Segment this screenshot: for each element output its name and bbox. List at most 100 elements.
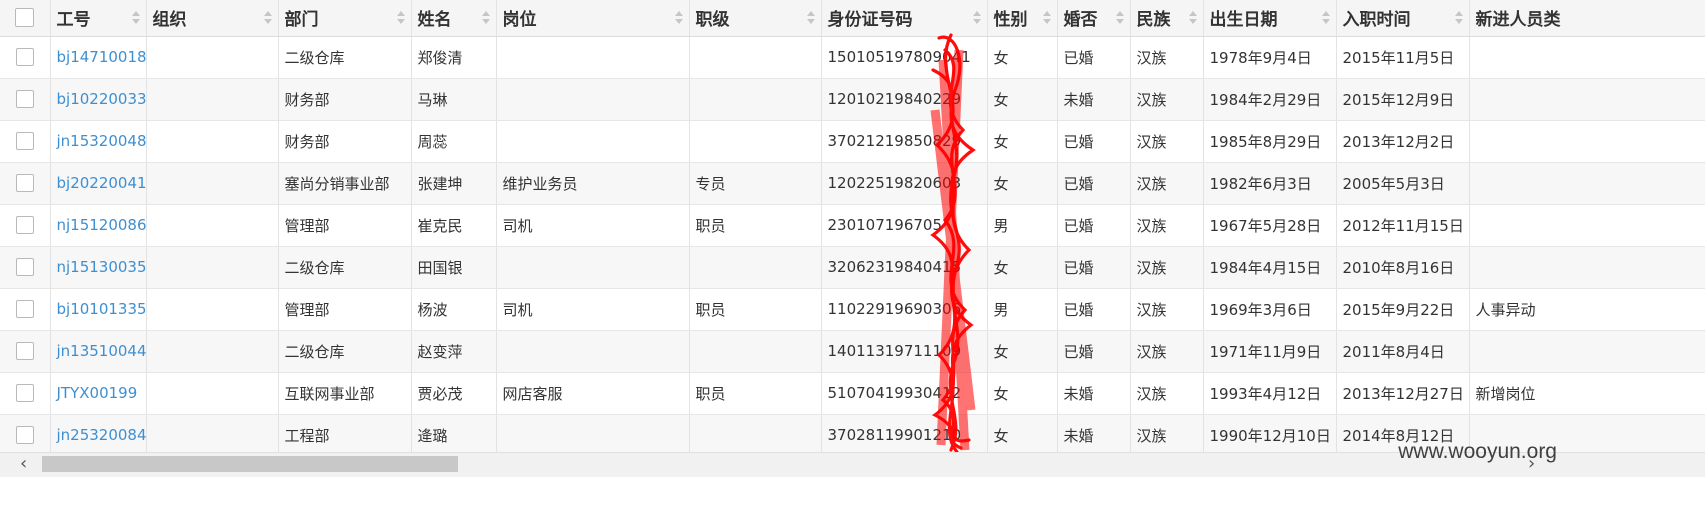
row-checkbox-cell[interactable] <box>0 330 51 373</box>
cell-married: 已婚 <box>1057 120 1131 163</box>
row-checkbox[interactable] <box>15 426 34 445</box>
column-header-name[interactable]: 姓名 <box>411 0 497 37</box>
row-checkbox-cell[interactable] <box>0 162 51 205</box>
cell-post: 网店客服 <box>496 372 690 415</box>
row-checkbox[interactable] <box>15 300 34 319</box>
cell-newtype <box>1469 36 1705 79</box>
row-checkbox-cell[interactable] <box>0 78 51 121</box>
row-checkbox[interactable] <box>15 174 34 193</box>
employee-id-link[interactable]: jn25320084 <box>57 426 146 444</box>
column-header-join[interactable]: 入职时间 <box>1336 0 1470 37</box>
cell-join: 2012年11月15日 <box>1336 204 1470 247</box>
row-checkbox[interactable] <box>15 216 34 235</box>
sort-icon[interactable] <box>263 8 272 28</box>
row-checkbox-cell[interactable] <box>0 246 51 289</box>
watermark: www.wooyun.org <box>1398 440 1557 463</box>
column-header-post[interactable]: 岗位 <box>496 0 690 37</box>
cell-name: 郑俊清 <box>411 36 497 79</box>
employee-id-link[interactable]: nj15130035 <box>57 258 146 276</box>
table-row[interactable]: JTYX00199 互联网事业部 贾必茂 网店客服 职员 51070419930412 女未… <box>0 372 1705 415</box>
employee-id-link[interactable]: bj10101335 <box>57 300 146 318</box>
column-header-org[interactable]: 组织 <box>146 0 279 37</box>
row-checkbox[interactable] <box>15 342 34 361</box>
select-all-checkbox-cell[interactable] <box>0 0 51 37</box>
cell-ethnic: 汉族 <box>1130 78 1204 121</box>
sort-icon[interactable] <box>481 8 490 28</box>
column-header-ethnic[interactable]: 民族 <box>1130 0 1204 37</box>
employee-id-link[interactable]: jn15320048 <box>57 132 146 150</box>
row-checkbox-cell[interactable] <box>0 414 51 457</box>
column-header-married[interactable]: 婚否 <box>1057 0 1131 37</box>
cell-ethnic: 汉族 <box>1130 330 1204 373</box>
sort-icon[interactable] <box>131 8 140 28</box>
cell-name: 贾必茂 <box>411 372 497 415</box>
cell-post <box>496 36 690 79</box>
cell-gender: 男 <box>987 288 1058 331</box>
cell-ethnic: 汉族 <box>1130 162 1204 205</box>
cell-level <box>689 120 822 163</box>
cell-name: 逄璐 <box>411 414 497 457</box>
column-header-newtype[interactable]: 新进人员类 <box>1469 0 1705 37</box>
table-row[interactable]: bj10220033 财务部 马琳 12010219840229 女未婚 汉族 1984年2… <box>0 78 1705 121</box>
column-header-gender[interactable]: 性别 <box>987 0 1058 37</box>
employee-id-link[interactable]: jn13510044 <box>57 342 146 360</box>
cell-married: 已婚 <box>1057 288 1131 331</box>
cell-married: 已婚 <box>1057 330 1131 373</box>
table-row[interactable]: nj15120086 管理部 崔克民 司机 职员 230107196705 男已婚 汉族 196… <box>0 204 1705 247</box>
row-checkbox-cell[interactable] <box>0 120 51 163</box>
table-row[interactable]: bj14710018 二级仓库 郑俊清 150105197809041 女已婚 汉族 197… <box>0 36 1705 79</box>
column-header-birth[interactable]: 出生日期 <box>1203 0 1337 37</box>
cell-org <box>146 330 279 373</box>
employee-id-link[interactable]: JTYX00199 <box>57 384 138 402</box>
cell-org <box>146 78 279 121</box>
cell-level <box>689 246 822 289</box>
sort-icon[interactable] <box>1115 8 1124 28</box>
cell-idcard: 51070419930412 <box>821 372 988 415</box>
cell-birth: 1990年12月10日 <box>1203 414 1337 457</box>
row-checkbox-cell[interactable] <box>0 204 51 247</box>
column-header-level[interactable]: 职级 <box>689 0 822 37</box>
sort-icon[interactable] <box>972 8 981 28</box>
column-header-id[interactable]: 工号 <box>50 0 147 37</box>
table-row[interactable]: jn15320048 财务部 周蕊 37021219850829 女已婚 汉族 1985年8… <box>0 120 1705 163</box>
employee-id-link[interactable]: bj14710018 <box>57 48 146 66</box>
sort-icon[interactable] <box>396 8 405 28</box>
sort-icon[interactable] <box>1321 8 1330 28</box>
cell-ethnic: 汉族 <box>1130 288 1204 331</box>
employee-id-link[interactable]: nj15120086 <box>57 216 146 234</box>
cell-ethnic: 汉族 <box>1130 204 1204 247</box>
select-all-checkbox[interactable] <box>15 8 35 28</box>
table-row[interactable]: jn13510044 二级仓库 赵变萍 14011319711109 女已婚 汉族 1971… <box>0 330 1705 373</box>
row-checkbox[interactable] <box>15 384 34 403</box>
row-checkbox[interactable] <box>15 258 34 277</box>
sort-icon[interactable] <box>1454 8 1463 28</box>
cell-dept: 二级仓库 <box>278 330 412 373</box>
sort-icon[interactable] <box>1042 8 1051 28</box>
cell-join: 2010年8月16日 <box>1336 246 1470 289</box>
sort-icon[interactable] <box>674 8 683 28</box>
row-checkbox[interactable] <box>15 48 34 67</box>
employee-id-link[interactable]: bj20220041 <box>57 174 146 192</box>
scrollbar-thumb[interactable] <box>42 456 458 472</box>
scroll-left-icon[interactable]: ‹ <box>20 455 27 473</box>
row-checkbox[interactable] <box>15 90 34 109</box>
cell-name: 田国银 <box>411 246 497 289</box>
table-row[interactable]: bj20220041 塞尚分销事业部 张建坤 维护业务员 专员 1202251982060… <box>0 162 1705 205</box>
table-row[interactable]: nj15130035 二级仓库 田国银 32062319840415 女已婚 汉族 1984… <box>0 246 1705 289</box>
sort-icon[interactable] <box>1188 8 1197 28</box>
column-header-dept[interactable]: 部门 <box>278 0 412 37</box>
cell-married: 未婚 <box>1057 414 1131 457</box>
cell-dept: 财务部 <box>278 120 412 163</box>
employee-id-link[interactable]: bj10220033 <box>57 90 146 108</box>
row-checkbox-cell[interactable] <box>0 372 51 415</box>
sort-icon[interactable] <box>806 8 815 28</box>
cell-idcard: 150105197809041 <box>821 36 988 79</box>
cell-post: 维护业务员 <box>496 162 690 205</box>
cell-name: 杨波 <box>411 288 497 331</box>
cell-married: 已婚 <box>1057 204 1131 247</box>
row-checkbox[interactable] <box>15 132 34 151</box>
row-checkbox-cell[interactable] <box>0 36 51 79</box>
column-header-idcard[interactable]: 身份证号码 <box>821 0 988 37</box>
row-checkbox-cell[interactable] <box>0 288 51 331</box>
table-row[interactable]: bj10101335 管理部 杨波 司机 职员 11022919690306 男已婚 汉族 19… <box>0 288 1705 331</box>
